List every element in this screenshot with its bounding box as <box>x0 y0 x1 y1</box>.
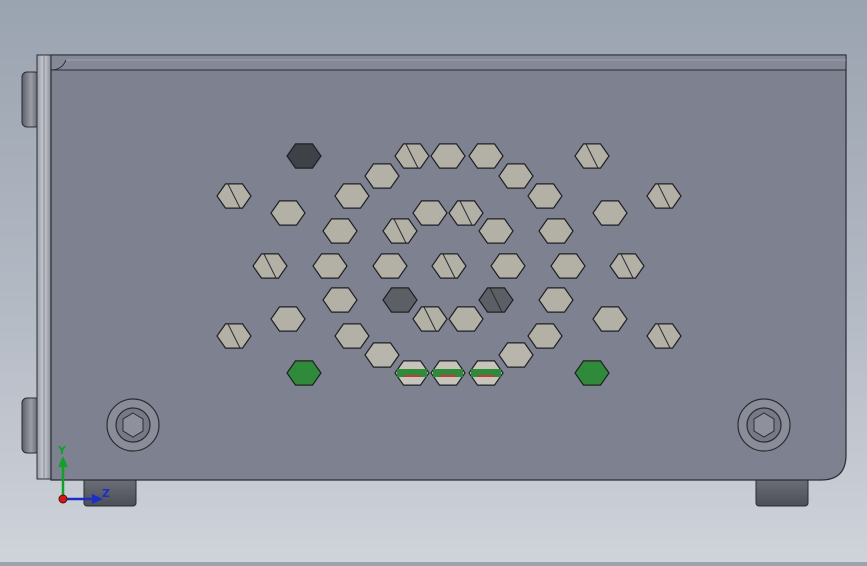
triad-origin <box>58 494 68 504</box>
triad-z-label: Z <box>102 487 110 500</box>
pcb-component <box>440 375 456 377</box>
side-flange <box>36 54 52 480</box>
foot-left <box>83 477 137 507</box>
cad-viewport[interactable]: Y Z <box>0 0 867 562</box>
triad-y-label: Y <box>57 444 67 457</box>
pcb-component <box>478 375 494 377</box>
screw-right <box>737 398 791 452</box>
screw-left <box>106 398 160 452</box>
foot-right <box>755 477 809 507</box>
pcb-component <box>404 375 420 377</box>
